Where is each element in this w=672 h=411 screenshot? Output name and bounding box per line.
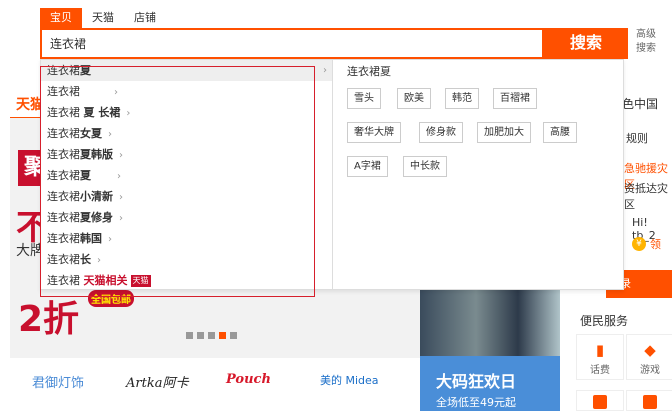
brand-artka[interactable]: Artka阿卡 xyxy=(126,372,188,391)
phone-icon: ▮ xyxy=(595,341,605,359)
coin-icon: ¥ xyxy=(632,237,646,251)
search-tabs: 宝贝 天猫 店铺 xyxy=(40,8,166,28)
coin-claim[interactable]: ¥ 领 xyxy=(632,236,661,252)
carousel-dot[interactable] xyxy=(197,332,204,339)
related-tag[interactable]: 高腰 xyxy=(543,122,577,143)
search-button[interactable]: 搜索 xyxy=(544,28,628,59)
services-title: 便民服务 xyxy=(580,314,629,328)
advanced-label-2: 搜索 xyxy=(636,43,656,54)
search-input[interactable] xyxy=(42,30,542,57)
chevron-right-icon: › xyxy=(323,65,327,76)
brand-pouch[interactable]: Pouch xyxy=(226,372,271,387)
promo-title: 大码狂欢日 xyxy=(436,372,517,391)
chevron-right-icon: › xyxy=(119,213,123,224)
suggestion-item[interactable]: 连衣裙夏修身 › xyxy=(41,207,332,228)
brand-junyu[interactable]: 君御灯饰 xyxy=(32,372,84,391)
advanced-search-link[interactable]: 高级 搜索 xyxy=(636,28,656,56)
service-cell[interactable] xyxy=(626,390,672,411)
service-label: 话费 xyxy=(590,365,610,376)
carousel-dot[interactable] xyxy=(208,332,215,339)
related-tag[interactable]: 奢华大牌 xyxy=(347,122,401,143)
chevron-right-icon: › xyxy=(119,150,123,161)
suggestion-item[interactable]: 连衣裙韩国 › xyxy=(41,228,332,249)
related-title: 连衣裙夏 xyxy=(347,65,391,78)
suggestion-item[interactable]: 连衣裙小清新 › xyxy=(41,186,332,207)
free-shipping-badge: 全国包邮 xyxy=(88,290,134,307)
related-tag[interactable]: 韩范 xyxy=(445,88,479,109)
service-game[interactable]: ◆ 游戏 xyxy=(626,334,672,380)
notice-line-2[interactable]: 资抵达灾区 xyxy=(624,180,672,212)
tmall-related-label: 天猫相关 xyxy=(83,274,128,287)
service-cell[interactable] xyxy=(576,390,624,411)
tese-china-label[interactable]: 色中国 xyxy=(622,95,658,112)
suggestion-list: 连衣裙夏 › 连衣裙 › 连衣裙 夏 长裙 › 连衣裙女夏 › 连衣裙夏韩版 › 连衣裙夏… xyxy=(41,60,333,289)
service-icon xyxy=(593,395,607,409)
search-box xyxy=(40,28,544,59)
suggestion-item[interactable]: 连衣裙夏 › xyxy=(41,165,332,186)
suggestion-item[interactable]: 连衣裙女夏 › xyxy=(41,123,332,144)
coin-label: 领 xyxy=(650,238,661,251)
rules-link[interactable]: 规则 xyxy=(626,130,648,146)
chevron-right-icon: › xyxy=(114,87,118,98)
carousel-dot-active[interactable] xyxy=(219,332,226,339)
chevron-right-icon: › xyxy=(108,129,112,140)
related-tag[interactable]: 中长款 xyxy=(403,156,447,177)
suggestion-dropdown: 连衣裙夏 › 连衣裙 › 连衣裙 夏 长裙 › 连衣裙女夏 › 连衣裙夏韩版 › 连衣裙夏… xyxy=(40,59,624,290)
suggestion-item[interactable]: 连衣裙长 › xyxy=(41,249,332,270)
chevron-right-icon: › xyxy=(108,234,112,245)
suggestion-item[interactable]: 连衣裙夏 › xyxy=(41,60,332,81)
carousel-dot[interactable] xyxy=(230,332,237,339)
gamepad-icon: ◆ xyxy=(644,341,656,359)
service-label: 游戏 xyxy=(640,365,660,376)
chevron-right-icon: › xyxy=(97,255,101,266)
suggestion-item[interactable]: 连衣裙夏韩版 › xyxy=(41,144,332,165)
brand-midea[interactable]: 美的 Midea xyxy=(320,372,379,388)
tab-tmall[interactable]: 天猫 xyxy=(82,8,124,28)
related-tag[interactable]: A字裙 xyxy=(347,156,388,177)
banner-discount: 2折 xyxy=(18,299,80,340)
service-phone-credit[interactable]: ▮ 话费 xyxy=(576,334,624,380)
carousel-dot[interactable] xyxy=(186,332,193,339)
suggestion-item[interactable]: 连衣裙 › xyxy=(41,81,332,102)
suggestion-item-tmall[interactable]: 连衣裙 天猫相关 天猫 xyxy=(41,270,332,291)
chevron-right-icon: › xyxy=(126,108,131,119)
related-tag[interactable]: 雪头 xyxy=(347,88,381,109)
related-tag[interactable]: 欧美 xyxy=(397,88,431,109)
related-tag[interactable]: 百褶裙 xyxy=(493,88,537,109)
suggestion-item[interactable]: 连衣裙 夏 长裙 › xyxy=(41,102,332,123)
promo-subtitle: 全场低至49元起 xyxy=(436,396,516,409)
tmall-cat-icon: 天猫 xyxy=(130,275,151,287)
service-icon xyxy=(643,395,657,409)
promo-banner[interactable]: 大码狂欢日 全场低至49元起 xyxy=(420,356,560,411)
tab-baobei[interactable]: 宝贝 xyxy=(40,8,82,28)
advanced-label-1: 高级 xyxy=(636,29,656,40)
chevron-right-icon: › xyxy=(117,171,121,182)
related-tag[interactable]: 修身款 xyxy=(419,122,463,143)
carousel-dots xyxy=(186,332,237,339)
chevron-right-icon: › xyxy=(119,192,123,203)
tab-shop[interactable]: 店铺 xyxy=(124,8,166,28)
related-panel: 连衣裙夏 雪头 欧美 韩范 百褶裙 奢华大牌 修身款 加肥加大 高腰 A字裙 中… xyxy=(347,63,577,177)
related-tag[interactable]: 加肥加大 xyxy=(477,122,531,143)
